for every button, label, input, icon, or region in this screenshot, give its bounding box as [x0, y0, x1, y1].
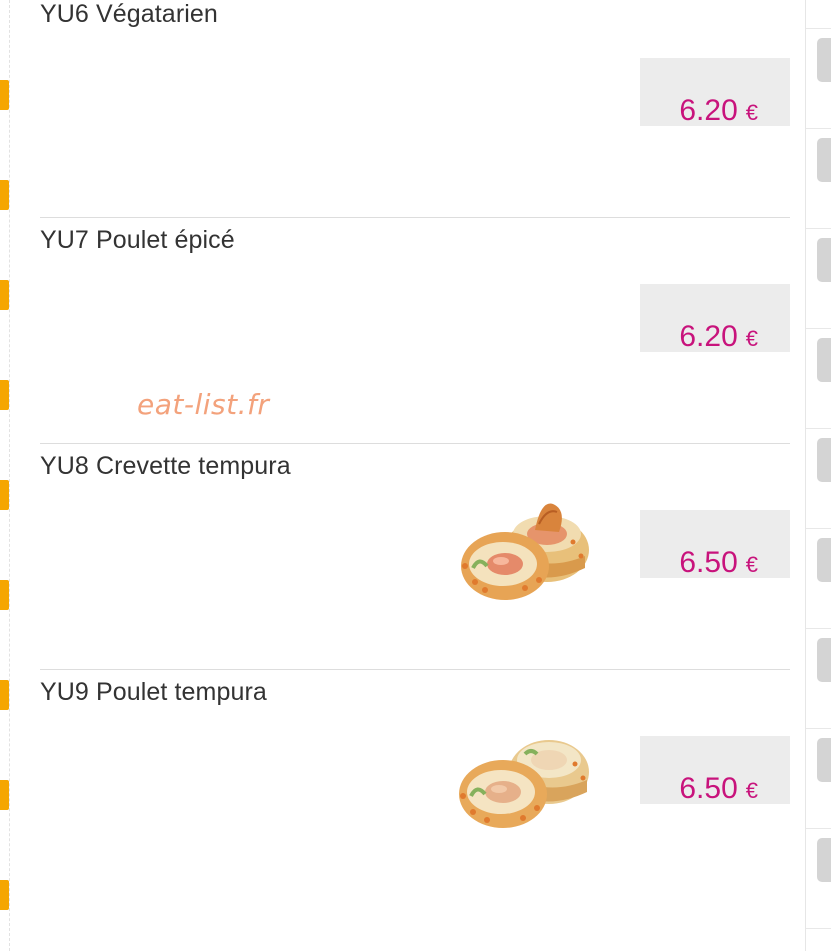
- category-tab[interactable]: [0, 380, 9, 410]
- divider: [806, 528, 831, 529]
- item-name: YU7 Poulet épicé: [40, 226, 235, 254]
- price-box[interactable]: 6.20 €: [640, 284, 790, 353]
- item-price: 6.50 €: [679, 772, 758, 805]
- add-button[interactable]: [817, 538, 831, 582]
- category-tab[interactable]: [0, 80, 9, 110]
- category-tab[interactable]: [0, 580, 9, 610]
- price-box[interactable]: 6.50 €: [640, 510, 790, 579]
- add-button[interactable]: [817, 638, 831, 682]
- category-tab[interactable]: [0, 480, 9, 510]
- category-tab[interactable]: [0, 180, 9, 210]
- category-tab[interactable]: [0, 680, 9, 710]
- category-tab[interactable]: [0, 280, 9, 310]
- category-tab[interactable]: [0, 780, 9, 810]
- divider: [806, 328, 831, 329]
- right-column: [805, 0, 831, 951]
- add-button[interactable]: [817, 338, 831, 382]
- left-edge: [0, 0, 10, 951]
- divider: [806, 228, 831, 229]
- add-button[interactable]: [817, 238, 831, 282]
- category-tab[interactable]: [0, 880, 9, 910]
- add-button[interactable]: [817, 838, 831, 882]
- divider: [806, 928, 831, 929]
- price-box[interactable]: 6.20 €: [640, 58, 790, 127]
- menu-item[interactable]: YU9 Poulet tempura 6.50 €: [40, 670, 790, 896]
- add-button[interactable]: [817, 438, 831, 482]
- price-box[interactable]: 6.50 €: [640, 736, 790, 805]
- divider: [806, 28, 831, 29]
- item-price: 6.20 €: [679, 94, 758, 127]
- divider: [806, 828, 831, 829]
- menu-item[interactable]: YU6 Végatarien 6.20 €: [40, 0, 790, 218]
- divider: [806, 628, 831, 629]
- item-name: YU8 Crevette tempura: [40, 452, 291, 480]
- add-button[interactable]: [817, 38, 831, 82]
- chicken-tempura-roll-photo[interactable]: [455, 720, 595, 832]
- item-name: YU6 Végatarien: [40, 0, 218, 28]
- menu-item[interactable]: YU8 Crevette tempura 6.50 €: [40, 444, 790, 670]
- item-price: 6.20 €: [679, 320, 758, 353]
- add-button[interactable]: [817, 138, 831, 182]
- item-price: 6.50 €: [679, 546, 758, 579]
- add-button[interactable]: [817, 738, 831, 782]
- item-name: YU9 Poulet tempura: [40, 678, 267, 706]
- divider: [806, 428, 831, 429]
- shrimp-tempura-roll-photo[interactable]: [455, 494, 595, 606]
- divider: [806, 728, 831, 729]
- watermark: eat-list.fr: [137, 388, 270, 421]
- divider: [806, 128, 831, 129]
